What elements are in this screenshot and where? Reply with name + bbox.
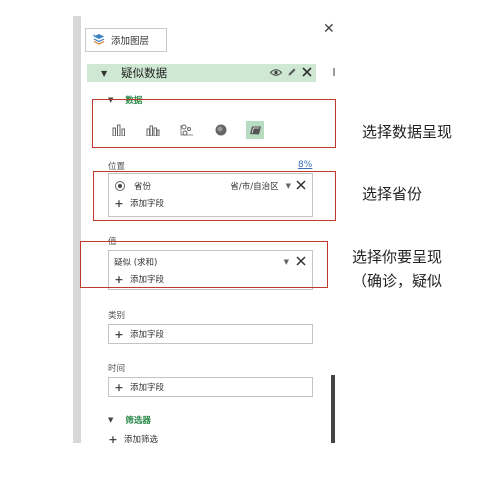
add-layer-button[interactable]: + 添加图层: [85, 28, 167, 52]
location-percent[interactable]: 8%: [298, 160, 312, 170]
time-field-box: + 添加字段: [108, 377, 313, 397]
left-pane-edge: [73, 16, 81, 443]
highlight-box-value: [80, 241, 328, 288]
scrollbar-thumb[interactable]: [331, 375, 335, 443]
annotation-line-3: 选择你要呈现: [352, 248, 443, 266]
collapse-triangle-icon[interactable]: ▼: [108, 416, 113, 424]
svg-text:+: +: [92, 33, 96, 39]
layer-title: 疑似数据: [121, 66, 168, 80]
add-filter-label: 添加筛选: [124, 435, 159, 445]
plus-icon: +: [108, 432, 118, 446]
plus-icon: +: [114, 327, 124, 341]
plus-icon: +: [114, 380, 124, 394]
highlight-box-chart-type: [92, 99, 336, 148]
pencil-icon[interactable]: [287, 66, 297, 80]
scroll-marker: [333, 68, 335, 76]
time-label: 时间: [108, 364, 126, 374]
annotation-line-1: 选择数据呈现: [362, 123, 453, 141]
layers-icon: +: [92, 32, 106, 49]
eye-icon[interactable]: [269, 66, 283, 80]
time-add-field-label: 添加字段: [130, 383, 165, 393]
collapse-triangle-icon[interactable]: ▼: [101, 69, 107, 78]
layer-header[interactable]: ▼ 疑似数据: [87, 64, 316, 82]
filter-section-label: 筛选器: [125, 416, 151, 426]
category-label: 类别: [108, 311, 126, 321]
category-field-box: + 添加字段: [108, 324, 313, 344]
category-add-field-label: 添加字段: [130, 330, 165, 340]
close-icon[interactable]: ✕: [323, 22, 335, 36]
time-add-field[interactable]: + 添加字段: [109, 378, 312, 396]
delete-layer-icon[interactable]: [302, 66, 312, 80]
highlight-box-location: [93, 171, 336, 221]
add-layer-label: 添加图层: [111, 36, 150, 47]
add-filter-link[interactable]: + 添加筛选: [106, 432, 159, 446]
category-add-field[interactable]: + 添加字段: [109, 325, 312, 343]
annotation-line-2: 选择省份: [362, 185, 423, 203]
annotation-line-4: （确诊，疑似: [352, 272, 443, 290]
filter-section-title[interactable]: ▼ 筛选器: [108, 414, 151, 426]
